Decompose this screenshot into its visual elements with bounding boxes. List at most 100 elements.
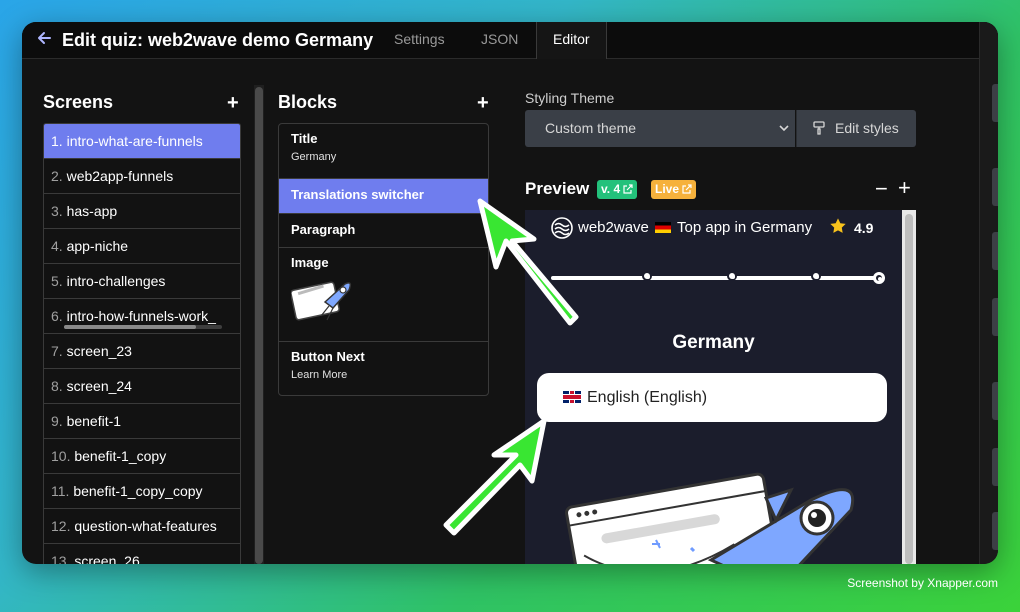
screen-number: 13.	[51, 553, 71, 564]
screen-item[interactable]: 6. intro-how-funnels-work_	[44, 299, 240, 334]
star-icon	[830, 218, 846, 233]
edge-mark	[992, 298, 998, 336]
version-badge[interactable]: v. 4	[597, 180, 638, 199]
screen-item[interactable]: 7. screen_23	[44, 334, 240, 369]
watermark: Screenshot by Xnapper.com	[847, 576, 998, 590]
screen-item[interactable]: 9. benefit-1	[44, 404, 240, 439]
rocket-thumbnail-icon	[290, 281, 352, 321]
blocks-heading: Blocks	[278, 92, 338, 112]
chevron-down-icon	[779, 125, 789, 132]
edge-mark	[992, 448, 998, 486]
screen-item[interactable]: 13. screen_26	[44, 544, 240, 564]
top-bar: Edit quiz: web2wave demo Germany Setting…	[22, 22, 998, 59]
block-name: Paragraph	[291, 222, 356, 237]
screen-item[interactable]: 2. web2app-funnels	[44, 159, 240, 194]
screen-number: 7.	[51, 343, 63, 359]
screen-name: screen_24	[66, 378, 132, 394]
theme-select[interactable]: Custom theme	[525, 110, 795, 147]
edge-mark	[992, 232, 998, 270]
screen-number: 5.	[51, 273, 63, 289]
tab-editor[interactable]: Editor	[536, 22, 607, 59]
page-title: Edit quiz: web2wave demo Germany	[62, 30, 374, 50]
screen-number: 12.	[51, 518, 71, 534]
screen-name: benefit-1	[66, 413, 122, 429]
rocket-illustration-icon	[565, 472, 854, 564]
uk-flag-icon	[563, 391, 581, 403]
edit-styles-button[interactable]: Edit styles	[796, 110, 916, 147]
annotation-arrow-to-language	[443, 418, 547, 536]
screen-name: has-app	[66, 203, 118, 219]
germany-flag-icon	[655, 222, 671, 233]
progress-bar	[551, 271, 885, 284]
brush-icon	[813, 121, 825, 135]
zoom-in-button[interactable]: +	[898, 175, 911, 201]
screen-item[interactable]: 4. app-niche	[44, 229, 240, 264]
rating-value: 4.9	[854, 220, 874, 236]
right-panel-edge	[979, 22, 998, 564]
screen-number: 4.	[51, 238, 63, 254]
progress-step	[727, 271, 737, 281]
screen-name: screen_23	[66, 343, 132, 359]
preview-scrollbar-thumb[interactable]	[905, 214, 913, 564]
block-item-translations-switcher[interactable]: Translations switcher	[279, 179, 488, 214]
block-item-image[interactable]: Image	[279, 248, 488, 342]
screen-item[interactable]: 10. benefit-1_copy	[44, 439, 240, 474]
screen-number: 6.	[51, 308, 63, 324]
version-badge-label: v. 4	[601, 182, 621, 196]
block-item-paragraph[interactable]: Paragraph	[279, 214, 488, 248]
add-screen-button[interactable]: +	[227, 93, 239, 113]
screen-number: 2.	[51, 168, 63, 184]
screen-item[interactable]: 12. question-what-features	[44, 509, 240, 544]
zoom-out-button[interactable]: −	[875, 176, 888, 202]
language-label: English (English)	[587, 389, 708, 406]
screen-name: benefit-1_copy_copy	[73, 483, 203, 499]
edit-styles-label: Edit styles	[835, 120, 899, 136]
item-scrollbar[interactable]	[64, 325, 222, 329]
styling-theme-label: Styling Theme	[525, 90, 615, 106]
screen-item[interactable]: 5. intro-challenges	[44, 264, 240, 299]
block-subtitle: Germany	[291, 151, 337, 163]
edge-mark	[992, 382, 998, 420]
live-badge[interactable]: Live	[651, 180, 697, 199]
screen-item[interactable]: 1. intro-what-are-funnels	[44, 124, 240, 159]
top-app-text: Top app in Germany	[677, 219, 813, 236]
screens-scrollbar-thumb[interactable]	[255, 87, 263, 564]
block-item-title[interactable]: Title Germany	[279, 124, 488, 179]
block-item-button-next[interactable]: Button Next Learn More	[279, 342, 488, 395]
edge-mark	[992, 512, 998, 550]
block-name: Translations switcher	[291, 187, 424, 202]
screens-scrollbar[interactable]	[254, 85, 264, 564]
screen-number: 9.	[51, 413, 63, 429]
preview-scrollbar[interactable]	[902, 210, 916, 564]
screen-name: app-niche	[66, 238, 129, 254]
screen-name: intro-what-are-funnels	[66, 133, 203, 149]
add-block-button[interactable]: +	[477, 93, 489, 113]
top-app-badge: Top app in Germany	[655, 219, 812, 236]
external-link-icon	[682, 184, 692, 194]
language-switcher-button[interactable]: English (English)	[537, 373, 887, 422]
screen-number: 3.	[51, 203, 63, 219]
screen-item[interactable]: 3. has-app	[44, 194, 240, 229]
screen-name: intro-how-funnels-work_	[66, 308, 216, 324]
item-scrollbar-thumb[interactable]	[64, 325, 196, 329]
back-arrow-icon[interactable]	[36, 30, 52, 46]
screen-number: 8.	[51, 378, 63, 394]
block-name: Button Next	[291, 349, 365, 364]
tab-json[interactable]: JSON	[467, 22, 532, 58]
progress-step	[642, 271, 652, 281]
tab-settings[interactable]: Settings	[380, 22, 459, 58]
screen-item[interactable]: 11. benefit-1_copy_copy	[44, 474, 240, 509]
screen-name: benefit-1_copy	[74, 448, 167, 464]
screen-item[interactable]: 8. screen_24	[44, 369, 240, 404]
screen-number: 1.	[51, 133, 63, 149]
live-badge-label: Live	[655, 182, 680, 196]
annotation-arrow-up	[477, 198, 579, 326]
block-name: Title	[291, 131, 318, 146]
screen-number: 11.	[51, 483, 70, 499]
block-name: Image	[291, 255, 329, 270]
screen-name: web2app-funnels	[66, 168, 174, 184]
screen-name: question-what-features	[74, 518, 217, 534]
progress-step	[811, 271, 821, 281]
screen-name: intro-challenges	[66, 273, 166, 289]
screens-list: 1. intro-what-are-funnels 2. web2app-fun…	[43, 123, 241, 564]
